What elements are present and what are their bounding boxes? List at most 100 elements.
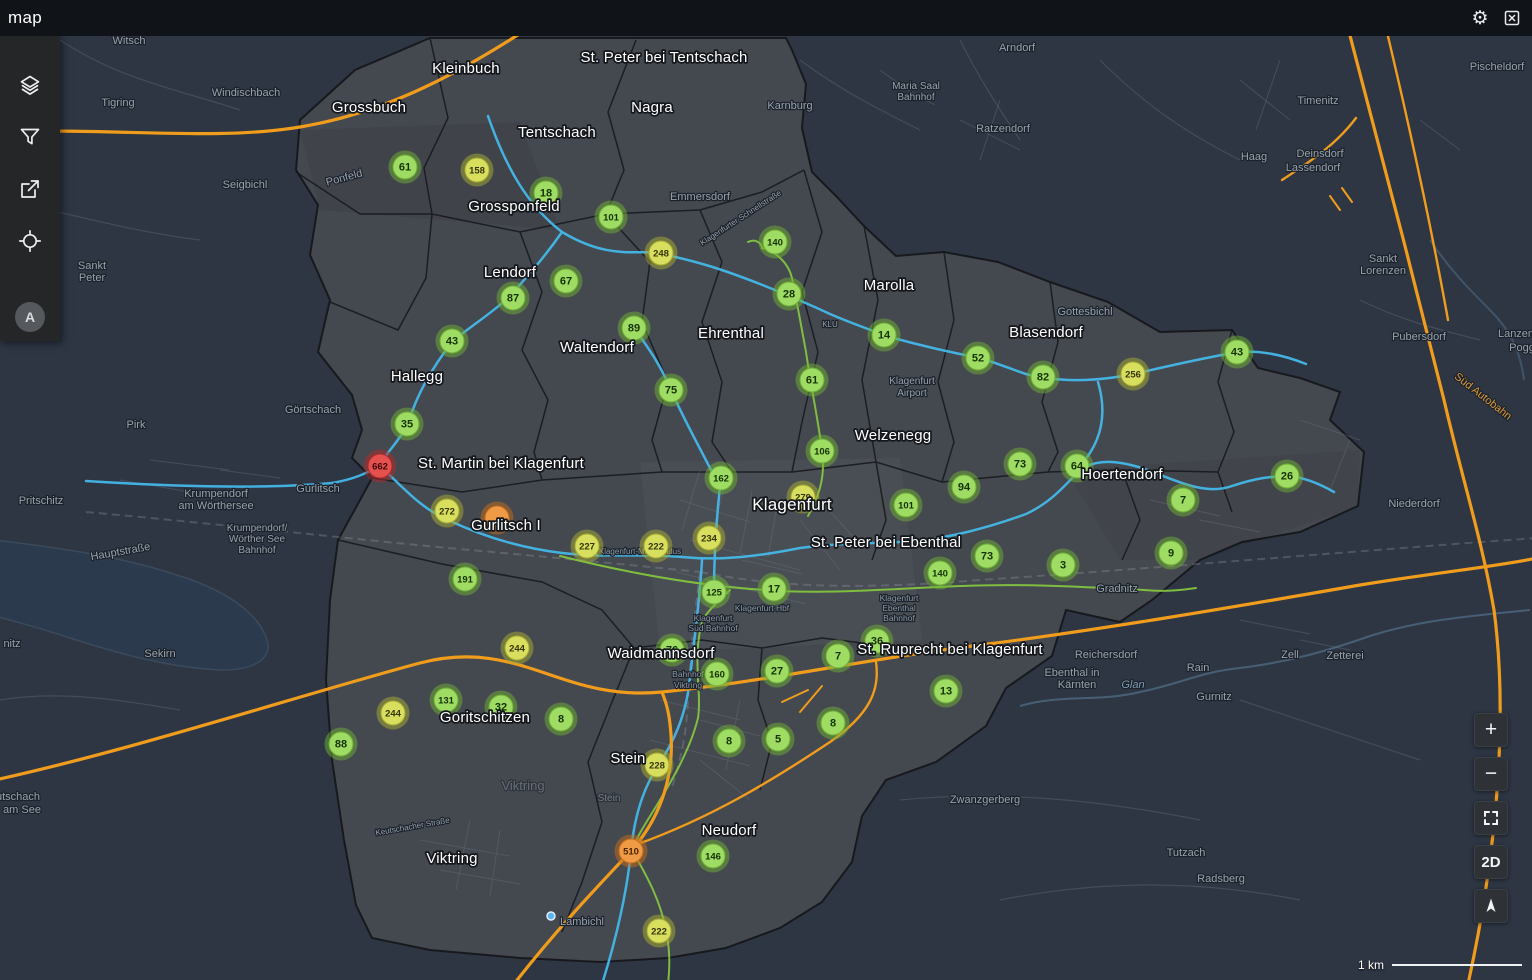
cluster-marker[interactable]: 101 [594,200,628,234]
cluster-marker[interactable]: 73 [1003,447,1037,481]
cluster-count: 146 [705,852,721,863]
map-label-minor: Kärnten [1058,679,1097,691]
map-label-major: St. Ruprecht bei Klagenfurt [857,641,1043,658]
cluster-marker[interactable]: 222 [639,529,673,563]
cluster-count: 67 [560,276,572,288]
map-label-major: Hallegg [391,368,443,385]
cluster-count: 234 [701,534,718,545]
cluster-count: 28 [783,289,795,301]
layers-tool-button[interactable] [15,70,45,100]
mode-2d-button[interactable]: 2D [1474,845,1508,879]
cluster-marker[interactable]: 7 [1166,483,1200,517]
fullscreen-button[interactable] [1474,801,1508,835]
cluster-marker[interactable]: 160 [700,657,734,691]
map-label-minor: Emmersdorf [670,191,731,203]
map-label-minor: Viktring [501,778,544,793]
profile-button[interactable]: A [15,302,45,332]
locate-tool-button[interactable] [15,226,45,256]
cluster-marker[interactable]: 67 [549,264,583,298]
map-label-minor: Klagenfurt Hbf [735,603,790,613]
cluster-marker[interactable]: 82 [1026,360,1060,394]
cluster-marker[interactable]: 28 [772,277,806,311]
cluster-marker[interactable]: 8 [544,702,578,736]
map-label-minor: Pogg [1509,342,1532,354]
cluster-count: 7 [1180,495,1186,507]
zoom-in-button[interactable]: + [1474,713,1508,747]
cluster-marker[interactable]: 61 [795,363,829,397]
cluster-marker[interactable]: 234 [692,521,726,555]
cluster-marker[interactable]: 162 [704,461,738,495]
point-marker[interactable] [546,911,556,921]
cluster-marker[interactable]: 101 [889,488,923,522]
map-label-minor: Lanzen [1498,328,1532,340]
map-toolbar: A [0,36,60,341]
cluster-marker[interactable]: 106 [805,434,839,468]
cluster-count: 94 [958,482,971,494]
compass-north-icon [1486,898,1496,912]
cluster-marker[interactable]: 14 [867,318,901,352]
scale-label: 1 km [1357,958,1384,972]
map-label-minor: am Wörthersee [178,500,253,512]
compass-button[interactable] [1474,889,1508,923]
cluster-marker[interactable]: 8 [712,724,746,758]
cluster-marker[interactable]: 125 [697,575,731,609]
map-label-minor: Windischbach [212,87,280,99]
cluster-marker[interactable]: 61 [388,150,422,184]
fullscreen-icon [1484,811,1498,825]
cluster-marker[interactable]: 140 [758,225,792,259]
close-icon[interactable] [1500,6,1524,30]
cluster-marker[interactable]: 88 [324,727,358,761]
cluster-marker[interactable]: 3 [1046,548,1080,582]
map-label-major: Marolla [864,277,915,294]
map-label-minor: Pubersdorf [1392,331,1447,343]
cluster-marker[interactable]: 244 [376,696,410,730]
cluster-marker[interactable]: 52 [961,341,995,375]
share-tool-button[interactable] [15,174,45,204]
cluster-marker[interactable]: 27 [760,654,794,688]
cluster-marker[interactable]: 140 [923,556,957,590]
map-label-minor: utschach [0,791,40,803]
map-label-major: Lendorf [484,264,537,281]
cluster-marker[interactable]: 248 [644,236,678,270]
cluster-count: 75 [665,385,677,397]
cluster-marker[interactable]: 222 [642,914,676,948]
cluster-marker[interactable]: 191 [448,562,482,596]
map-label-minor: Pirk [127,419,146,431]
cluster-marker[interactable]: 43 [1220,335,1254,369]
title-bar: map ⚙ [0,0,1532,36]
cluster-marker[interactable]: 146 [696,839,730,873]
cluster-marker[interactable]: 244 [500,631,534,665]
cluster-marker[interactable]: 256 [1116,357,1150,391]
cluster-marker[interactable]: 272 [430,494,464,528]
map-label-major: Waidmannsdorf [607,645,715,662]
cluster-marker[interactable]: 87 [496,281,530,315]
cluster-marker[interactable]: 5 [761,722,795,756]
zoom-out-button[interactable]: − [1474,757,1508,791]
cluster-marker[interactable]: 662 [363,449,397,483]
cluster-marker[interactable]: 510 [614,834,648,868]
cluster-marker[interactable]: 158 [460,153,494,187]
map-label-minor: Klagenfurt [880,593,919,603]
map-label-major: Gurlitsch I [471,517,541,534]
map-label-major: St. Peter bei Tentschach [580,49,747,66]
cluster-marker[interactable]: 7 [821,639,855,673]
cluster-marker[interactable]: 17 [757,572,791,606]
cluster-marker[interactable]: 9 [1154,536,1188,570]
settings-gear-icon[interactable]: ⚙ [1468,6,1492,30]
map-label-minor: Zell [1281,649,1299,661]
cluster-marker[interactable]: 227 [570,529,604,563]
cluster-marker[interactable]: 26 [1270,459,1304,493]
map-label-minor: Krumpendorf/ [227,523,288,534]
cluster-marker[interactable]: 13 [929,674,963,708]
map-label-minor: Lorenzen [1360,265,1406,277]
cluster-marker[interactable]: 35 [390,407,424,441]
filter-tool-button[interactable] [15,122,45,152]
cluster-marker[interactable]: 94 [947,470,981,504]
cluster-marker[interactable]: 43 [435,324,469,358]
map-canvas[interactable]: Witsch Windischbach Tigring Karnburg Maria S… [0,36,1532,980]
map-label-minor: Karnburg [767,100,812,112]
map-label-minor: Gradnitz [1096,583,1138,595]
cluster-marker[interactable]: 8 [816,706,850,740]
cluster-marker[interactable]: 73 [970,539,1004,573]
cluster-marker[interactable]: 75 [654,373,688,407]
